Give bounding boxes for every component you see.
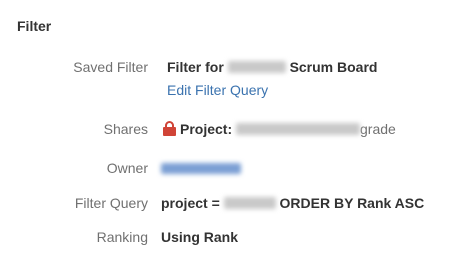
ranking-value: Using Rank: [161, 229, 239, 245]
saved-filter-prefix: Filter for: [167, 59, 224, 75]
saved-filter-suffix: Scrum Board: [289, 59, 378, 75]
edit-filter-query-link[interactable]: Edit Filter Query: [167, 82, 268, 98]
filter-query-value: project = ORDER BY Rank ASC: [161, 195, 424, 211]
filter-query-label: Filter Query: [74, 195, 148, 211]
ranking-label: Ranking: [96, 229, 148, 245]
redacted-project-name: [236, 123, 361, 135]
filter-query-suffix: ORDER BY Rank ASC: [279, 195, 425, 211]
shares-prefix: Project:: [180, 121, 233, 137]
redacted-board-name: [227, 61, 286, 73]
redacted-project-key: [223, 197, 276, 209]
section-title: Filter: [17, 18, 52, 34]
shares-label: Shares: [103, 121, 148, 137]
owner-value[interactable]: [161, 160, 241, 176]
saved-filter-value: Filter for Scrum Board: [167, 59, 377, 75]
shares-value: Project: grade: [163, 121, 396, 137]
owner-label: Owner: [106, 160, 148, 176]
shares-suffix: grade: [360, 121, 396, 137]
filter-query-prefix: project =: [161, 195, 220, 211]
saved-filter-label: Saved Filter: [73, 59, 148, 75]
redacted-owner-name[interactable]: [161, 163, 241, 174]
lock-icon: [163, 121, 176, 136]
